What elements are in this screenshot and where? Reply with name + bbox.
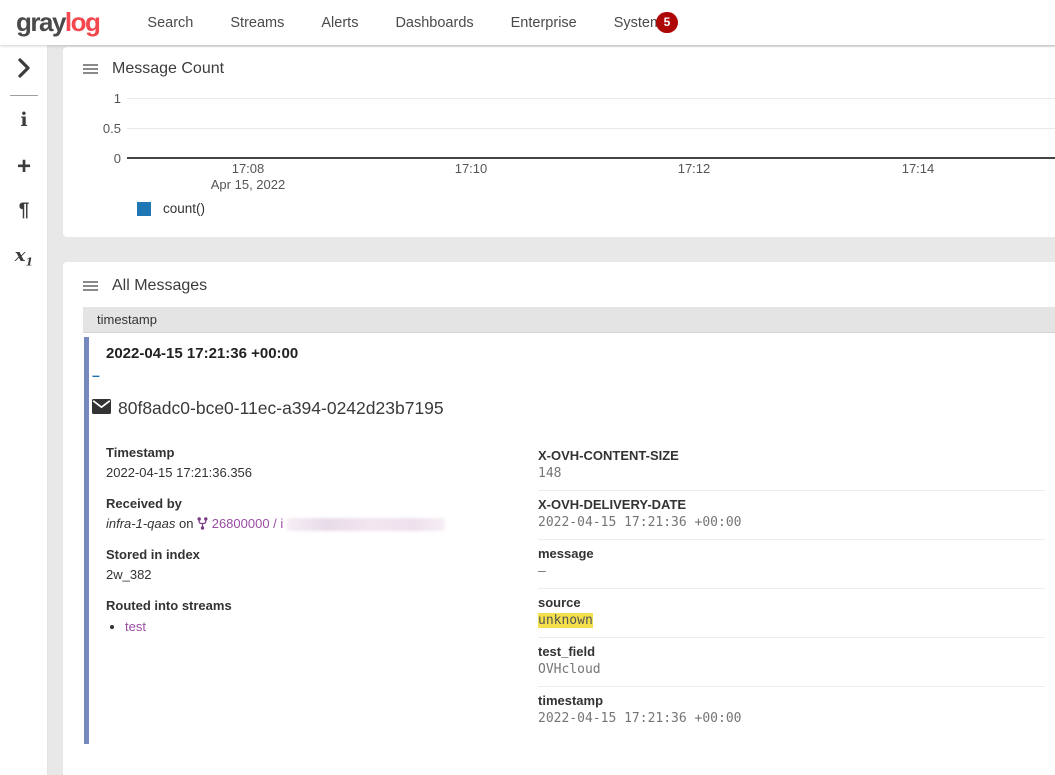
field-name[interactable]: X-OVH-CONTENT-SIZE [538, 448, 1045, 463]
received-by-label: Received by [106, 496, 531, 511]
stream-list-item: test [125, 617, 531, 636]
fields-button[interactable]: x1 [0, 245, 48, 269]
field-name[interactable]: test_field [538, 644, 1045, 659]
x-axis-date-label: Apr 15, 2022 [193, 177, 303, 192]
stream-link-test[interactable]: test [125, 619, 146, 634]
message-accent-bar [84, 337, 89, 744]
widget-drag-handle-icon[interactable] [83, 62, 98, 76]
plus-icon: + [17, 153, 31, 180]
message-summary-link[interactable]: – [92, 367, 100, 383]
y-axis-tick: 0.5 [85, 121, 121, 136]
pilcrow-icon: ¶ [19, 200, 30, 221]
sidebar-divider [10, 95, 38, 96]
all-messages-widget: All Messages timestamp 2022-04-15 17:21:… [63, 262, 1055, 775]
gridline [127, 128, 1055, 129]
routed-into-streams-label: Routed into streams [106, 598, 531, 613]
graylog-logo[interactable]: graylog [16, 0, 99, 45]
timestamp-value: 2022-04-15 17:21:36.356 [106, 464, 531, 481]
field-entry: X-OVH-DELIVERY-DATE 2022-04-15 17:21:36 … [538, 491, 1045, 540]
message-count-widget: Message Count 1 0.5 0 17:08 17:10 17:12 … [63, 47, 1055, 237]
notification-count-badge[interactable]: 5 [656, 12, 678, 33]
field-value: – [538, 564, 1045, 579]
widget-drag-handle-icon[interactable] [83, 279, 98, 293]
description-button[interactable]: i [0, 109, 48, 131]
message-id[interactable]: 80f8adc0-bce0-11ec-a394-0242d23b7195 [118, 398, 444, 419]
x-axis-tick: 17:08 [218, 161, 278, 176]
field-value: 148 [538, 466, 1045, 481]
x-axis-tick: 17:12 [664, 161, 724, 176]
legend-label-count[interactable]: count() [163, 201, 205, 216]
nav-item-system-label: System [614, 15, 662, 31]
y-axis-tick: 0 [85, 151, 121, 166]
stored-in-index-value: 2w_382 [106, 566, 531, 583]
widget-title: Message Count [112, 60, 224, 78]
x-axis-line [127, 157, 1055, 159]
logo-text-gray: gray [16, 7, 65, 37]
field-name[interactable]: timestamp [538, 693, 1045, 708]
timestamp-label: Timestamp [106, 445, 531, 460]
field-name[interactable]: X-OVH-DELIVERY-DATE [538, 497, 1045, 512]
logo-text-log: log [65, 7, 100, 37]
message-details-left: Timestamp 2022-04-15 17:21:36.356 Receiv… [106, 445, 531, 636]
field-entry: X-OVH-CONTENT-SIZE 148 [538, 442, 1045, 491]
field-entry: test_field OVHcloud [538, 638, 1045, 687]
field-value: 2022-04-15 17:21:36 +00:00 [538, 711, 1045, 726]
field-name[interactable]: message [538, 546, 1045, 561]
formatting-highlighting-button[interactable]: ¶ [0, 200, 48, 222]
field-value: OVHcloud [538, 662, 1045, 677]
message-row-timestamp[interactable]: 2022-04-15 17:21:36 +00:00 [106, 345, 298, 362]
nav-item-search[interactable]: Search [147, 15, 193, 31]
field-entry: message – [538, 540, 1045, 589]
input-link[interactable]: 26800000 / i [212, 516, 284, 531]
create-button[interactable]: + [0, 153, 48, 181]
x-axis-tick: 17:10 [441, 161, 501, 176]
x-subscript-icon: x1 [15, 245, 33, 266]
x-axis-tick: 17:14 [888, 161, 948, 176]
nav-item-enterprise[interactable]: Enterprise [511, 15, 577, 31]
column-header-timestamp[interactable]: timestamp [83, 307, 1055, 333]
y-axis-tick: 1 [85, 91, 121, 106]
envelope-icon [92, 399, 111, 419]
field-value-highlighted: unknown [538, 613, 593, 628]
nav-menu: Search Streams Alerts Dashboards Enterpr… [147, 15, 676, 31]
legend-swatch-count[interactable] [137, 202, 151, 216]
stored-in-index-label: Stored in index [106, 547, 531, 562]
chevron-right-icon [17, 66, 31, 83]
received-by-on-text: on [179, 516, 193, 531]
field-name[interactable]: source [538, 595, 1045, 610]
field-value: 2022-04-15 17:21:36 +00:00 [538, 515, 1045, 530]
top-navbar: graylog Search Streams Alerts Dashboards… [0, 0, 1055, 45]
message-fields-list: X-OVH-CONTENT-SIZE 148 X-OVH-DELIVERY-DA… [538, 442, 1045, 735]
nav-item-dashboards[interactable]: Dashboards [395, 15, 473, 31]
receiving-node: infra-1-qaas [106, 516, 175, 531]
received-by-value: infra-1-qaas on 26800000 / i [106, 515, 531, 532]
gridline [127, 98, 1055, 99]
expand-sidebar-button[interactable] [0, 57, 48, 84]
redacted-input-name [287, 518, 445, 531]
search-sidebar-rail: i + ¶ x1 [0, 45, 48, 775]
code-fork-icon [197, 516, 212, 531]
nav-item-alerts[interactable]: Alerts [321, 15, 358, 31]
nav-item-streams[interactable]: Streams [230, 15, 284, 31]
widget-title: All Messages [112, 277, 207, 295]
field-entry: timestamp 2022-04-15 17:21:36 +00:00 [538, 687, 1045, 735]
info-icon: i [20, 109, 27, 131]
field-entry: source unknown [538, 589, 1045, 638]
stream-list: test [106, 617, 531, 636]
